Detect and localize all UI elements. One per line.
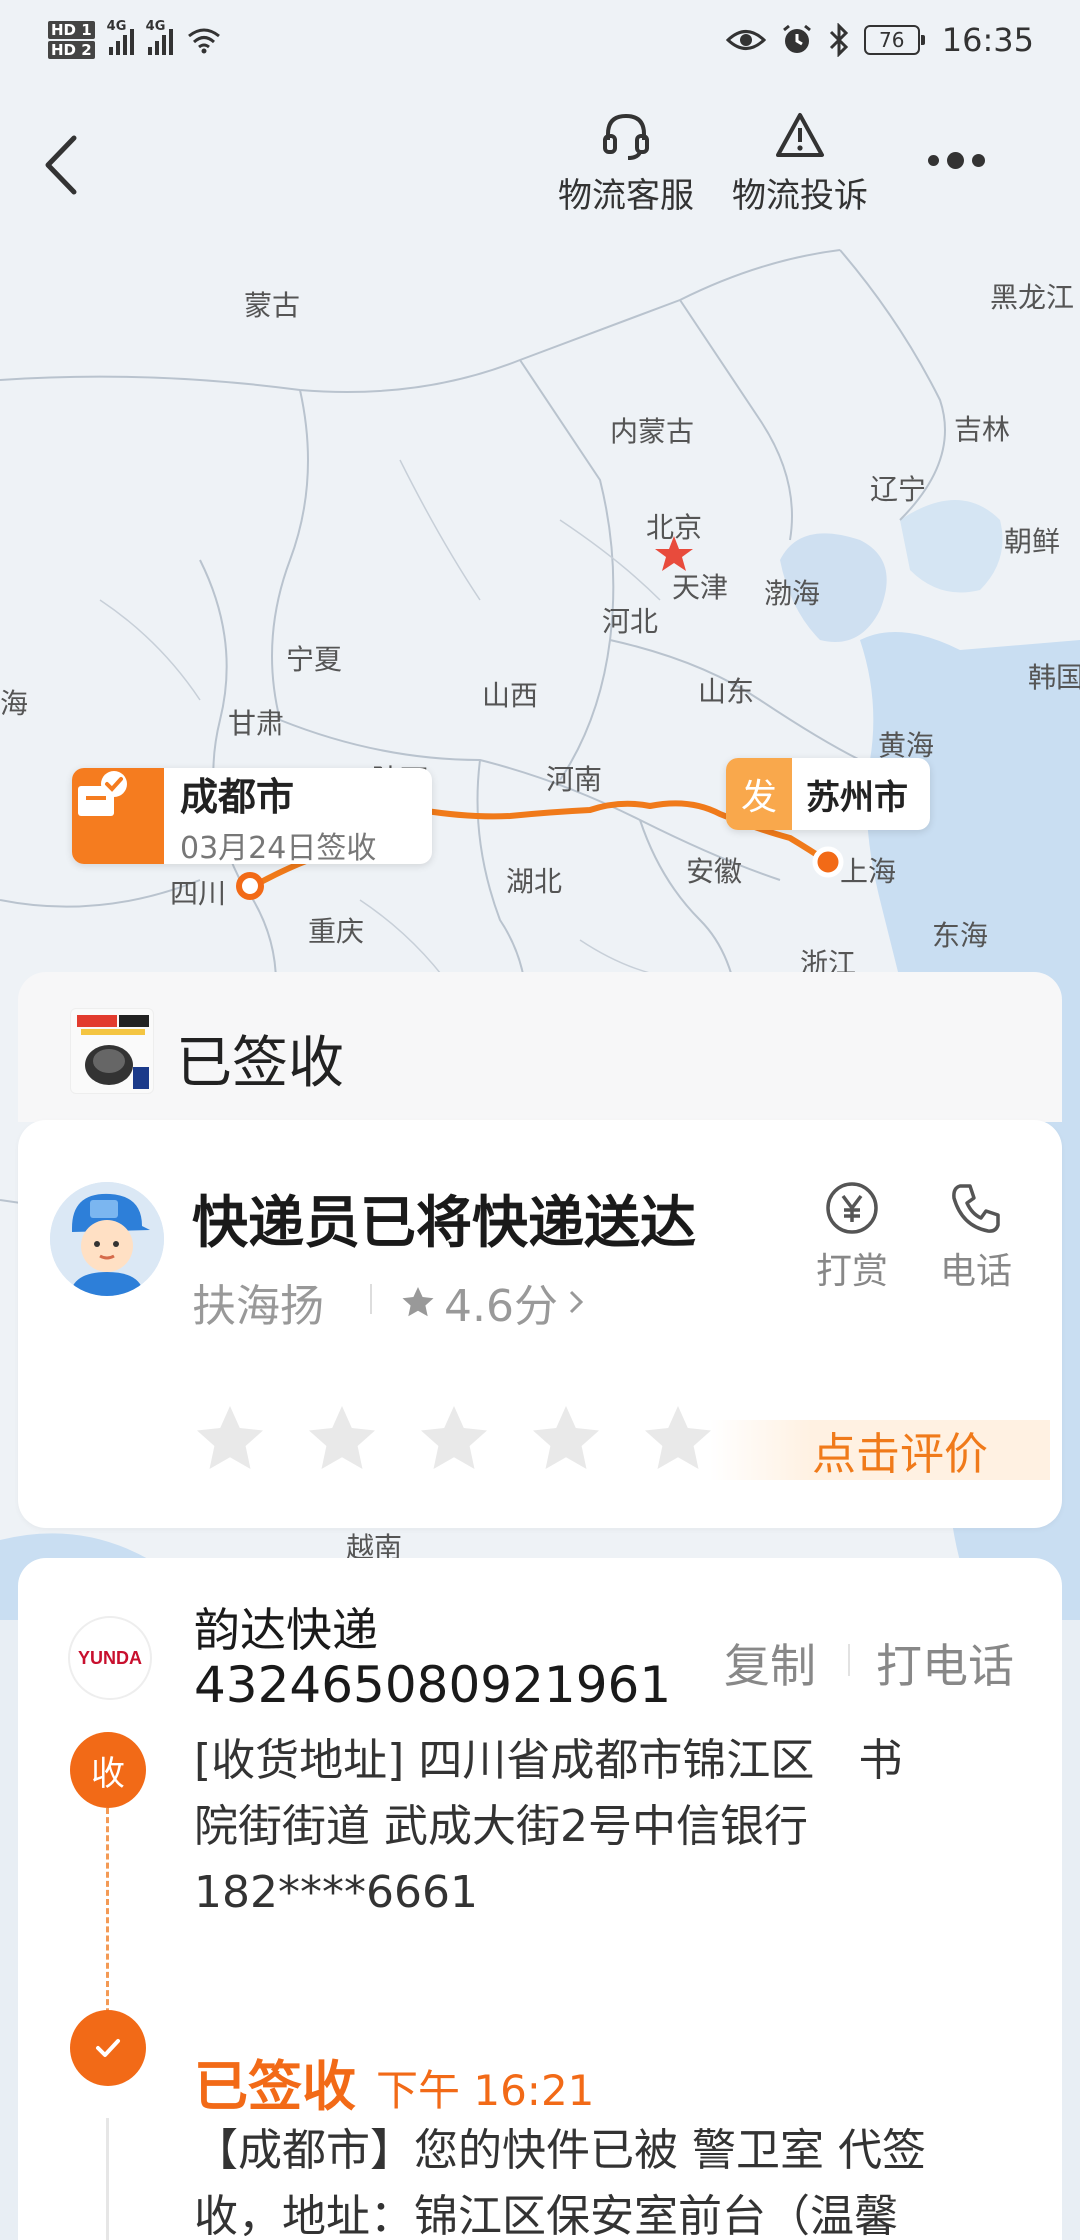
carrier-name: 韵达快递 [194, 1603, 378, 1657]
status-bar: HD 1 HD 2 4G 4G 76 16:35 [0, 0, 1080, 80]
phone-icon [952, 1184, 1000, 1233]
star-icon[interactable] [640, 1402, 716, 1478]
dest-city-name: 苏州市 [806, 777, 908, 818]
address-line: [收货地址] 四川省成都市锦江区 书 [194, 1735, 903, 1786]
phone-label: 电话 [940, 1251, 1013, 1292]
event-time: 下午 16:21 [376, 2066, 595, 2115]
courier-rating-value: 4.6分 [444, 1281, 558, 1332]
star-icon [402, 1287, 434, 1317]
back-button[interactable] [38, 130, 88, 200]
receive-address: [收货地址] 四川省成都市锦江区 书 院街街道 武成大街2号中信银行 182**… [194, 1728, 994, 1926]
map-label-shanghai: 上海 [840, 855, 897, 888]
rating-stars[interactable] [192, 1402, 716, 1478]
dot-icon [928, 154, 939, 166]
map-label-donghai: 东海 [932, 919, 989, 952]
warning-icon [776, 113, 824, 157]
map-label-liaoning: 辽宁 [870, 473, 927, 506]
signal-icon: 4G [107, 19, 134, 55]
map-label-shandong: 山东 [698, 675, 755, 708]
tracking-panel: YUNDA 韵达快递 432465080921961 复制 打电话 收 [收货地… [18, 1558, 1062, 2240]
map-label-jilin: 吉林 [954, 413, 1011, 446]
map-label-beijing: 北京 [646, 511, 703, 544]
tip-button[interactable]: 打赏 [816, 1180, 888, 1294]
courier-rating[interactable]: 4.6分 [400, 1270, 586, 1334]
battery-icon: 76 [863, 25, 925, 55]
courier-name: 扶海扬 [192, 1281, 324, 1332]
map-label-korea-north: 朝鲜 [1004, 525, 1061, 558]
copy-button[interactable]: 复制 [724, 1630, 816, 1696]
map-label-gansu: 甘肃 [228, 707, 285, 740]
dot-icon [947, 151, 964, 169]
service-button[interactable]: 物流客服 [558, 110, 694, 217]
carrier-logo: YUNDA [68, 1616, 152, 1700]
eye-icon [725, 30, 766, 50]
map-label-korea: 韩国 [1028, 661, 1080, 694]
event-detail: 【成都市】您的快件已被 警卫室 代签 收，地址：锦江区保安室前台（温馨 [194, 2118, 994, 2240]
address-phone: 182****6661 [194, 1867, 478, 1918]
signal-icon-2: 4G [146, 19, 173, 55]
tracking-number: 432465080921961 [194, 1656, 672, 1714]
chevron-left-icon [45, 135, 77, 195]
checkmark-icon [70, 2010, 146, 2086]
bluetooth-icon [829, 23, 848, 57]
star-icon[interactable] [528, 1402, 604, 1478]
divider [370, 1284, 372, 1314]
service-label: 物流客服 [558, 176, 694, 216]
event-status: 已签收 [194, 2055, 356, 2118]
address-line: 院街街道 武成大街2号中信银行 [194, 1801, 808, 1852]
origin-city-date: 03月24日签收 [180, 830, 377, 866]
map-label-ningxia: 宁夏 [286, 643, 343, 676]
courier-avatar[interactable] [50, 1182, 164, 1296]
tip-label: 打赏 [816, 1251, 889, 1292]
more-button[interactable] [928, 140, 998, 180]
map-label-chongqing: 重庆 [308, 915, 365, 948]
courier-headline: 快递员已将快递送达 [192, 1191, 696, 1256]
dot-icon [972, 153, 985, 167]
star-icon[interactable] [416, 1402, 492, 1478]
wifi-icon [187, 28, 220, 54]
map-label-hubei: 湖北 [506, 865, 563, 898]
status-panel: 已签收 [18, 972, 1062, 1122]
star-icon[interactable] [192, 1402, 268, 1478]
map-label-anhui: 安徽 [686, 855, 743, 888]
divider [848, 1644, 850, 1676]
map-label-bohai: 渤海 [764, 577, 821, 610]
complaint-button[interactable]: 物流投诉 [732, 110, 868, 217]
event-line: 【成都市】您的快件已被 警卫室 代签 [194, 2125, 926, 2176]
complaint-label: 物流投诉 [732, 176, 868, 216]
map-label-sea-west: 海 [0, 687, 29, 720]
map-label-tianjin: 天津 [672, 571, 729, 604]
delivered-box-icon [72, 768, 164, 864]
dest-badge: 发 [726, 758, 792, 830]
hd-indicator: HD 1 HD 2 [48, 20, 95, 60]
event-line: 收，地址：锦江区保安室前台（温馨 [194, 2191, 898, 2240]
call-carrier-button[interactable]: 打电话 [876, 1630, 1014, 1696]
delivery-status-title: 已签收 [176, 1031, 344, 1096]
product-thumbnail[interactable] [70, 1008, 154, 1094]
star-icon[interactable] [304, 1402, 380, 1478]
map-label-henan: 河南 [546, 763, 603, 796]
yuan-coin-icon [826, 1182, 878, 1234]
dest-city-marker[interactable]: 发 苏州市 [726, 758, 930, 830]
origin-city-name: 成都市 [180, 774, 295, 819]
map-label-mongolia: 蒙古 [244, 289, 301, 322]
map-label-sichuan: 四川 [170, 877, 227, 910]
alarm-icon [782, 24, 811, 53]
courier-panel: 快递员已将快递送达 扶海扬 4.6分 打赏 电话 点击评价 [18, 1120, 1062, 1528]
timeline-connector [106, 2118, 109, 2240]
event-header: 已签收 下午 16:21 [194, 2042, 594, 2121]
map-label-shanxi: 山西 [482, 679, 539, 712]
receive-badge: 收 [70, 1732, 146, 1808]
map-label-neimenggu: 内蒙古 [610, 415, 695, 448]
call-courier-button[interactable]: 电话 [940, 1180, 1012, 1294]
chevron-right-icon [569, 1290, 584, 1314]
status-time: 16:35 [941, 21, 1034, 59]
map-label-hebei: 河北 [602, 605, 659, 638]
headset-icon [603, 113, 649, 160]
map-label-heilongjiang: 黑龙江 [990, 281, 1075, 314]
origin-city-marker[interactable]: 成都市 03月24日签收 [72, 768, 432, 866]
rate-courier-link[interactable]: 点击评价 [710, 1420, 1050, 1480]
